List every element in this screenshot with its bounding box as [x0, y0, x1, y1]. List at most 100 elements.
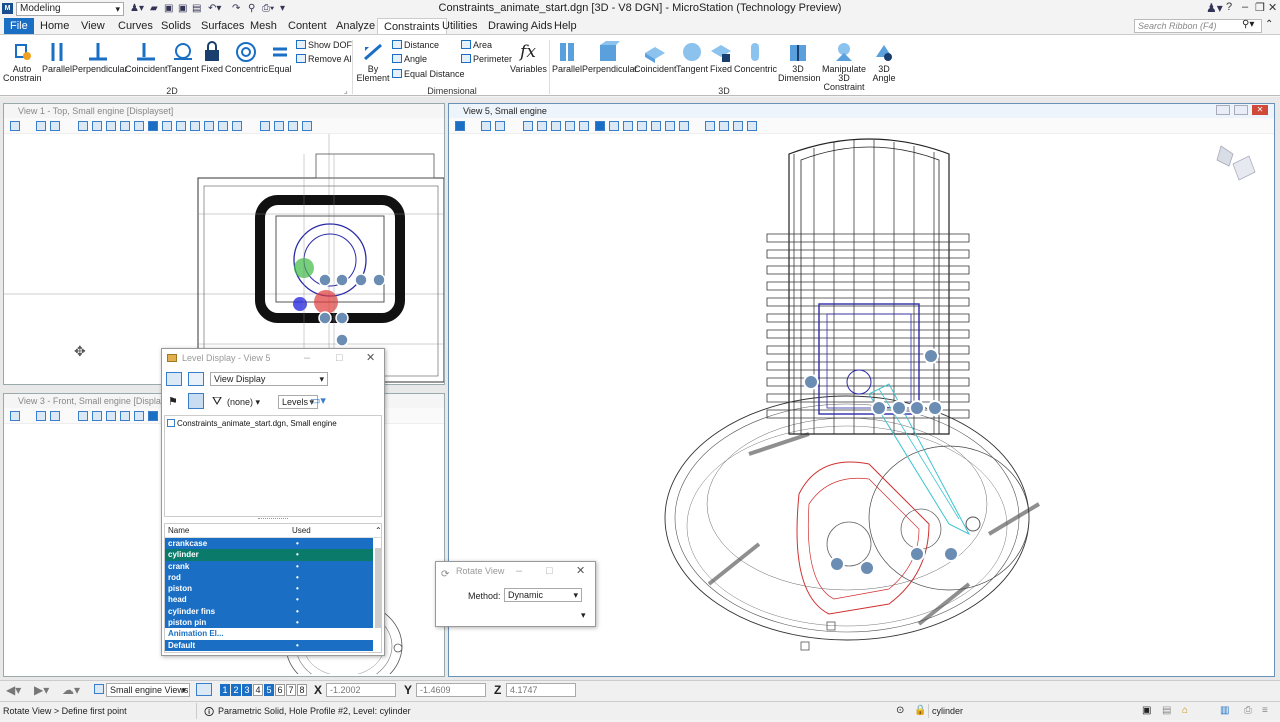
expand-icon[interactable]: ▾	[581, 610, 586, 621]
account-icon[interactable]: ♟▾	[1206, 1, 1223, 15]
display-icon[interactable]: ▥	[1220, 705, 1229, 716]
view-next-icon[interactable]	[637, 121, 647, 131]
view-display-mode-icon[interactable]	[188, 372, 204, 386]
level-list-scrollbar[interactable]	[375, 548, 382, 628]
tangent-3d-button[interactable]: Tangent	[676, 41, 708, 74]
filter-select[interactable]: (none) ▾	[227, 397, 260, 408]
perpendicular-2d-button[interactable]: Perpendicular	[72, 41, 128, 74]
variables-button[interactable]: fx Variables	[510, 41, 547, 74]
level-manager-icon[interactable]	[166, 372, 182, 386]
tree-view-icon[interactable]	[188, 393, 204, 409]
rotate-view-icon[interactable]	[148, 121, 158, 131]
angle-button[interactable]: Angle	[392, 53, 427, 65]
manipulate-3d-constraint-button[interactable]: Manipulate 3D Constraint	[818, 41, 870, 92]
level-row[interactable]: Animation El...	[165, 628, 373, 640]
view-toggle-6[interactable]: 6	[275, 684, 285, 696]
save-status-icon[interactable]: ▣	[1142, 705, 1151, 716]
ribbon-toggle-icon[interactable]: ⌃	[1265, 19, 1273, 30]
view-toggle-3[interactable]: 3	[242, 684, 252, 696]
clip-volume-icon[interactable]	[232, 121, 242, 131]
menu-utilities[interactable]: Utilities	[436, 18, 483, 34]
equal-2d-button[interactable]: Equal	[267, 41, 293, 74]
equal-distance-button[interactable]: Equal Distance	[392, 68, 465, 80]
perimeter-button[interactable]: Perimeter	[461, 53, 512, 65]
save-icon[interactable]: ▣	[164, 3, 173, 14]
level-display-dialog[interactable]: Level Display - View 5 – □ ✕ View Displa…	[161, 348, 385, 656]
filter-icon[interactable]	[719, 121, 729, 131]
render-icon[interactable]	[50, 121, 60, 131]
fit-view-icon[interactable]	[134, 121, 144, 131]
update-view-icon[interactable]	[78, 411, 88, 421]
menu-help[interactable]: Help	[548, 18, 583, 34]
perpendicular-3d-button[interactable]: Perpendicular	[582, 41, 638, 74]
menu-mesh[interactable]: Mesh	[244, 18, 283, 34]
view-attributes-icon[interactable]	[10, 121, 20, 131]
by-element-button[interactable]: By Element	[356, 41, 390, 83]
print-icon[interactable]: ⎙▾	[262, 3, 274, 14]
z-coordinate-input[interactable]: 4.1747	[506, 683, 576, 697]
filter-icon[interactable]: ⛛	[212, 394, 222, 409]
render-icon[interactable]	[50, 411, 60, 421]
snap-icon[interactable]: ⊙	[896, 705, 904, 716]
tangent-2d-button[interactable]: Tangent	[167, 41, 199, 74]
parallel-3d-button[interactable]: Parallel	[551, 41, 583, 74]
zoom-in-icon[interactable]	[537, 121, 547, 131]
display-style-icon[interactable]	[36, 121, 46, 131]
y-coordinate-input[interactable]: -1.4609	[416, 683, 486, 697]
rotate-view-dialog[interactable]: ⟳ Rotate View – □ ✕ Method: Dynamic ▾	[435, 561, 596, 627]
user-icon[interactable]: ♟▾	[130, 3, 144, 14]
level-row[interactable]: crankcase •	[165, 538, 373, 550]
level-row[interactable]: piston pin •	[165, 617, 373, 629]
views-icon[interactable]	[747, 121, 757, 131]
print-icon[interactable]: ⎙	[1244, 705, 1252, 716]
view-previous-icon[interactable]	[623, 121, 633, 131]
3d-angle-button[interactable]: 3D Angle	[870, 41, 898, 83]
search-icon[interactable]: ⚲▾	[1242, 19, 1254, 30]
menu-view[interactable]: View	[75, 18, 111, 34]
view-rotation-cube[interactable]	[1216, 145, 1256, 181]
view-toggle-8[interactable]: 8	[297, 684, 307, 696]
workspace-select[interactable]: Modeling	[16, 2, 124, 16]
redo-icon[interactable]: ↷	[232, 3, 240, 14]
distance-button[interactable]: Distance	[392, 39, 439, 51]
coincident-3d-button[interactable]: Coincident	[634, 41, 677, 74]
concentric-2d-button[interactable]: Concentric	[225, 41, 268, 74]
scroll-up-icon[interactable]: ⌃	[375, 524, 382, 538]
update-view-icon[interactable]	[523, 121, 533, 131]
minimize-icon[interactable]: –	[304, 349, 310, 367]
back-icon[interactable]: ◀▾	[6, 683, 21, 697]
view-close-icon[interactable]: ✕	[1252, 105, 1268, 115]
3d-dimension-button[interactable]: 3D Dimension	[778, 41, 821, 83]
views-icon[interactable]	[302, 121, 312, 131]
update-view-icon[interactable]	[78, 121, 88, 131]
pan-view-icon[interactable]	[162, 121, 172, 131]
pin-icon[interactable]: ⚲	[248, 3, 255, 14]
show-dof-button[interactable]: Show DOF	[296, 39, 352, 51]
view-group-select[interactable]: Small engine Views	[106, 683, 190, 697]
file-tree-item[interactable]: Constraints_animate_start.dgn, Small eng…	[165, 416, 381, 431]
saved-view-icon[interactable]	[288, 121, 298, 131]
active-level[interactable]: cylinder	[932, 706, 963, 716]
view-toggle-4[interactable]: 4	[253, 684, 263, 696]
zoom-out-icon[interactable]	[551, 121, 561, 131]
menu-analyze[interactable]: Analyze	[330, 18, 381, 34]
concentric-3d-button[interactable]: Concentric	[734, 41, 777, 74]
close-icon[interactable]: ✕	[576, 562, 585, 580]
copy-view-icon[interactable]	[204, 121, 214, 131]
zoom-in-icon[interactable]	[92, 411, 102, 421]
clip-mask-icon[interactable]	[705, 121, 715, 131]
level-list[interactable]: Name Used ⌃ crankcase • cylinder • crank • …	[164, 523, 382, 653]
lock-icon[interactable]: 🔒	[914, 705, 926, 716]
level-row[interactable]: crank •	[165, 560, 373, 572]
menu-home[interactable]: Home	[34, 18, 75, 34]
view-maximize-icon[interactable]	[1234, 105, 1248, 115]
minimize-icon[interactable]: –	[1242, 1, 1248, 13]
display-mode-select[interactable]: View Display	[210, 372, 328, 386]
maximize-icon[interactable]: □	[336, 349, 343, 367]
rotate-view-icon[interactable]	[148, 411, 158, 421]
menu-content[interactable]: Content	[282, 18, 333, 34]
column-used-header[interactable]: Used	[292, 524, 311, 538]
parallel-2d-button[interactable]: Parallel	[40, 41, 74, 74]
window-area-icon[interactable]	[120, 121, 130, 131]
filter-icon[interactable]	[274, 121, 284, 131]
